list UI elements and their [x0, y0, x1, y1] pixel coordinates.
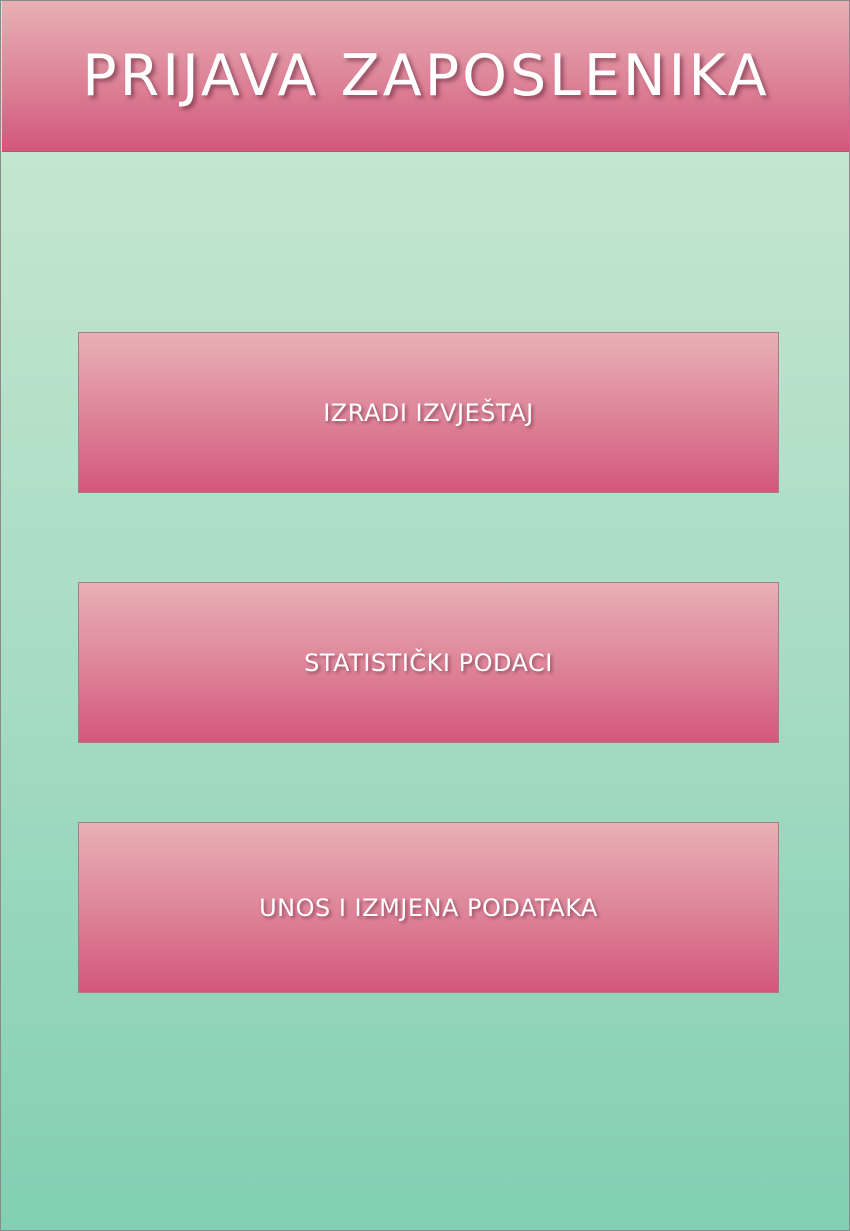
page-title: PRIJAVA ZAPOSLENIKA: [82, 43, 770, 109]
header-banner: PRIJAVA ZAPOSLENIKA: [2, 1, 849, 152]
statistics-button-label: STATISTIČKI PODACI: [304, 648, 553, 677]
app-window: PRIJAVA ZAPOSLENIKA IZRADI IZVJEŠTAJ STA…: [0, 0, 850, 1231]
create-report-button-label: IZRADI IZVJEŠTAJ: [323, 398, 534, 427]
data-entry-button[interactable]: UNOS I IZMJENA PODATAKA: [78, 822, 779, 993]
data-entry-button-label: UNOS I IZMJENA PODATAKA: [259, 893, 598, 922]
create-report-button[interactable]: IZRADI IZVJEŠTAJ: [78, 332, 779, 493]
statistics-button[interactable]: STATISTIČKI PODACI: [78, 582, 779, 743]
